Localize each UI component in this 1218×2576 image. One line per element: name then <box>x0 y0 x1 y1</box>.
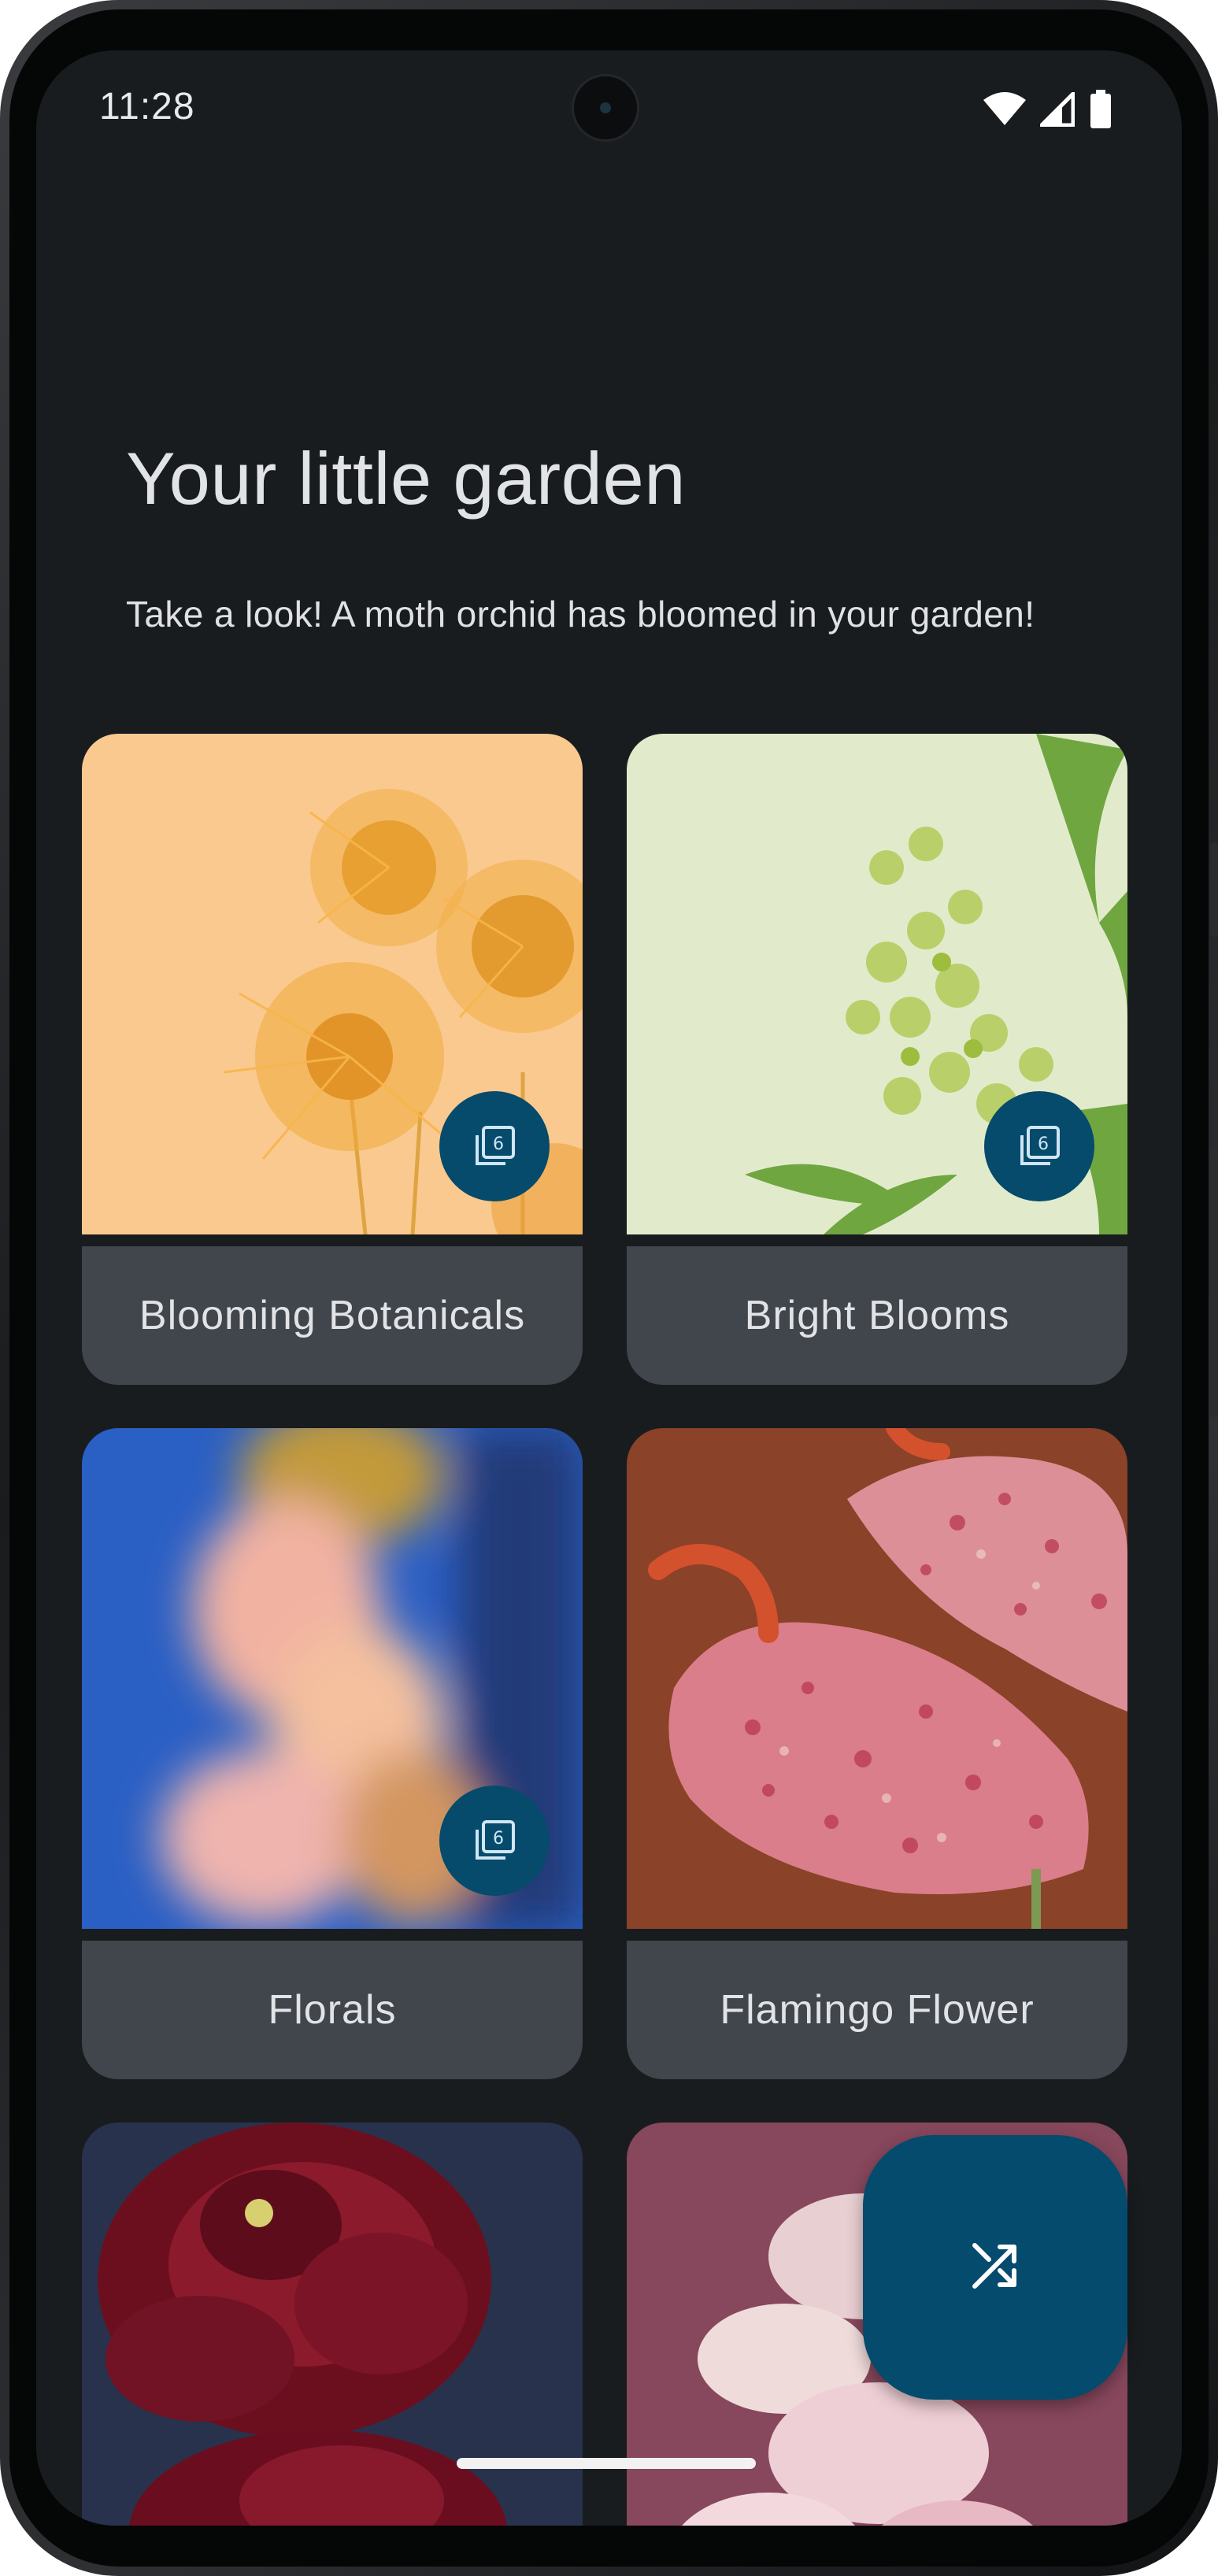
page-title: Your little garden <box>126 437 687 520</box>
card-blooming-botanicals[interactable]: 6 Blooming Botanicals <box>82 734 583 1385</box>
shuffle-button[interactable] <box>863 2135 1127 2400</box>
card-label: Florals <box>82 1941 583 2079</box>
collection-icon[interactable]: 6 <box>439 1786 550 1896</box>
app-screen: 11:28 Your little garden Take a look! A … <box>36 50 1182 2526</box>
status-time: 11:28 <box>99 86 195 128</box>
svg-text:6: 6 <box>493 1829 504 1849</box>
page-subtitle: Take a look! A moth orchid has bloomed i… <box>126 594 1035 635</box>
card-flamingo-flower[interactable]: Flamingo Flower <box>627 1428 1127 2079</box>
status-bar: 11:28 <box>36 50 1182 168</box>
card-image: 6 <box>627 734 1127 1234</box>
volume-button <box>1210 1149 1218 1417</box>
front-camera <box>572 74 639 142</box>
wifi-icon <box>983 92 1026 131</box>
card-image <box>627 1428 1127 1929</box>
shuffle-icon <box>970 2241 1020 2295</box>
card-florals[interactable]: 6 Florals <box>82 1428 583 2079</box>
svg-text:6: 6 <box>1038 1134 1049 1154</box>
status-icons <box>983 88 1112 133</box>
collection-icon[interactable]: 6 <box>984 1091 1094 1201</box>
phone-frame: 11:28 Your little garden Take a look! A … <box>0 0 1218 2576</box>
svg-text:6: 6 <box>493 1134 504 1154</box>
card-label: Blooming Botanicals <box>82 1246 583 1385</box>
cellular-signal-icon <box>1036 88 1075 131</box>
home-indicator[interactable] <box>457 2458 756 2469</box>
card-image: 6 <box>82 734 583 1234</box>
battery-icon <box>1089 90 1112 133</box>
card-label: Bright Blooms <box>627 1246 1127 1385</box>
collection-icon[interactable]: 6 <box>439 1091 550 1201</box>
card-bright-blooms[interactable]: 6 Bright Blooms <box>627 734 1127 1385</box>
card-label: Flamingo Flower <box>627 1941 1127 2079</box>
card-image: 6 <box>82 1428 583 1929</box>
power-button <box>1210 842 1218 937</box>
